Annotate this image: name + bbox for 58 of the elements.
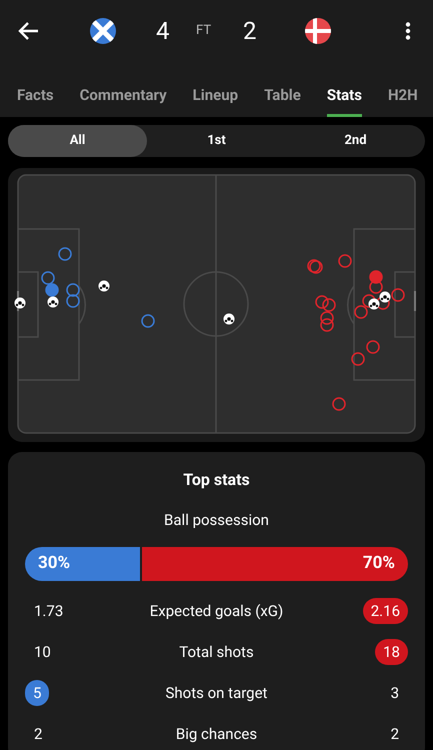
goal-ball-icon [48,296,58,308]
away-value: 3 [390,682,400,704]
home-score: 4 [156,16,170,47]
away-value: 2 [390,724,400,745]
shot-marker [376,296,390,310]
shot-marker [66,294,80,308]
saltire-flag-icon [90,18,116,44]
shot-marker [351,352,365,366]
home-value: 1.73 [33,600,64,622]
tab[interactable]: Facts [17,84,54,117]
shot-marker [332,397,346,411]
stat-label: Shots on target [164,682,268,704]
section-title: Top stats [182,469,251,491]
shot-marker [354,305,368,319]
home-value: 2 [33,724,44,745]
shot-marker [338,254,352,268]
more-options-icon[interactable] [405,22,411,40]
goal-ball-icon [368,298,380,310]
shot-marker [366,340,380,354]
goal-ball-icon [380,292,390,302]
back-icon[interactable] [18,21,40,41]
stat-label: Expected goals (xG) [148,600,284,622]
stat-label: Big chances [174,724,258,745]
shot-marker [141,314,155,328]
shot-marker [66,283,80,297]
away-score: 2 [243,16,258,47]
shot-marker [315,295,329,309]
tab[interactable]: Commentary [80,84,167,117]
shot-marker [362,294,376,308]
shot-on-target-marker [45,283,59,297]
shot-marker [58,247,72,261]
away-possession: 70% [362,552,395,575]
stat-label: Total shots [178,642,255,663]
home-value: 5 [25,680,50,706]
goal-ball-icon [14,298,26,308]
home-possession: 30% [38,552,70,575]
shot-marker [41,271,55,285]
home-value: 10 [33,642,52,663]
match-status: FT [196,22,212,40]
shot-marker [320,311,334,325]
tab[interactable]: Lineup [192,84,238,117]
shot-on-target-marker [369,270,383,284]
away-value: 2.16 [362,598,408,624]
away-value: 18 [375,638,408,666]
tab[interactable]: Stats [326,84,362,117]
period-tab[interactable]: 1st [147,125,286,157]
period-tab[interactable]: All [8,125,147,157]
shot-marker [369,280,383,294]
tab[interactable]: H2H [388,84,418,117]
goal-ball-icon [224,314,234,324]
shot-marker [320,318,334,332]
shot-marker [391,288,405,302]
stat-label: Ball possession [163,510,270,531]
tab[interactable]: Table [264,84,301,117]
period-tab[interactable]: 2nd [286,125,425,157]
goal-ball-icon [98,280,110,292]
shot-marker [322,298,336,312]
cross-flag-icon [305,18,331,44]
